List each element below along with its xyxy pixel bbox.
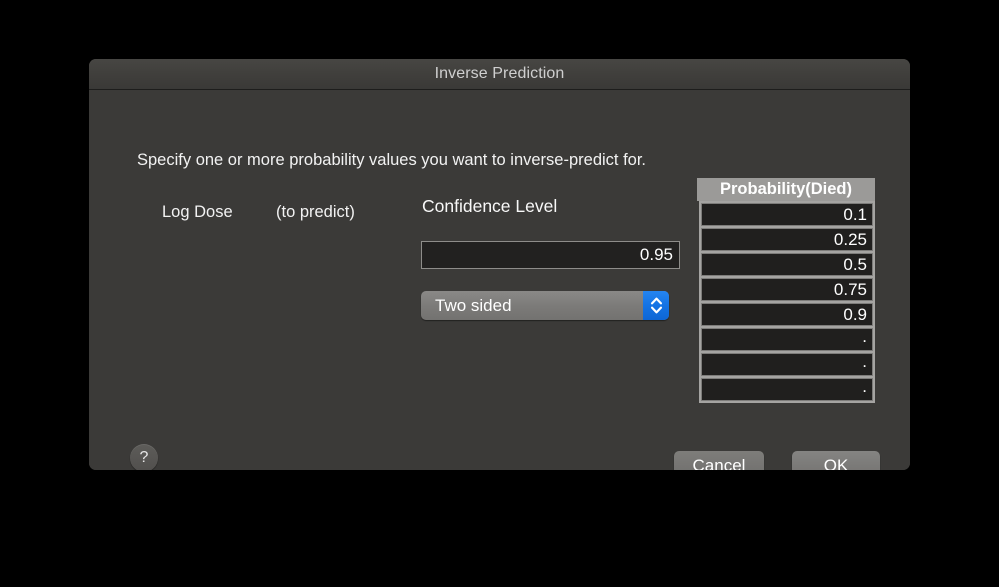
dialog-title: Inverse Prediction bbox=[89, 59, 910, 89]
confidence-level-label: Confidence Level bbox=[422, 196, 557, 217]
sided-dropdown-value: Two sided bbox=[435, 291, 512, 320]
to-predict-label: (to predict) bbox=[276, 203, 355, 222]
instruction-text: Specify one or more probability values y… bbox=[137, 151, 646, 170]
dialog-body: Specify one or more probability values y… bbox=[89, 90, 910, 470]
table-row[interactable]: 0.9 bbox=[701, 303, 873, 326]
log-dose-label: Log Dose bbox=[162, 203, 233, 222]
cancel-button[interactable]: Cancel bbox=[674, 451, 764, 470]
sided-dropdown[interactable]: Two sided bbox=[421, 291, 669, 320]
table-row[interactable]: 0.1 bbox=[701, 203, 873, 226]
confidence-level-input[interactable] bbox=[421, 241, 680, 269]
table-row[interactable]: 0.25 bbox=[701, 228, 873, 251]
table-row[interactable]: 0.5 bbox=[701, 253, 873, 276]
ok-button[interactable]: OK bbox=[792, 451, 880, 470]
probability-table-rows: 0.1 0.25 0.5 0.75 0.9 . . . bbox=[699, 201, 875, 403]
question-mark-icon[interactable]: ? bbox=[130, 444, 158, 470]
table-row[interactable]: . bbox=[701, 353, 873, 376]
probability-table: Probability(Died) 0.1 0.25 0.5 0.75 0.9 … bbox=[697, 178, 875, 403]
dialog-titlebar[interactable]: Inverse Prediction bbox=[89, 59, 910, 90]
inverse-prediction-dialog: Inverse Prediction Specify one or more p… bbox=[89, 59, 910, 470]
chevron-up-down-icon[interactable] bbox=[643, 291, 669, 320]
table-row[interactable]: . bbox=[701, 378, 873, 401]
probability-table-header: Probability(Died) bbox=[697, 178, 875, 201]
table-row[interactable]: 0.75 bbox=[701, 278, 873, 301]
table-row[interactable]: . bbox=[701, 328, 873, 351]
